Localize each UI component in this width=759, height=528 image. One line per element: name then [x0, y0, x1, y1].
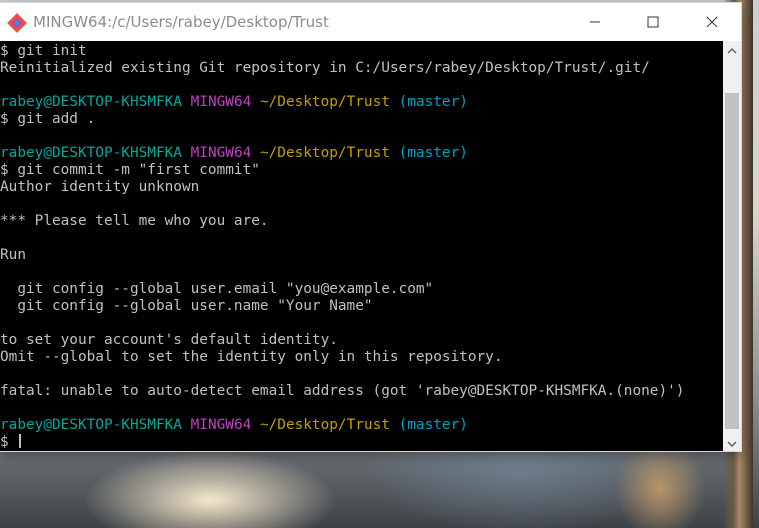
terminal-output[interactable]: $ git init Reinitialized existing Git rep… — [0, 41, 723, 451]
terminal-line: Author identity unknown — [0, 179, 199, 196]
terminal-text: rabey@DESKTOP-KHSMFKA — [0, 94, 182, 110]
terminal-text: git config --global user.name "Your Name… — [0, 298, 373, 314]
chevron-up-icon — [727, 40, 737, 59]
terminal-text: (master) — [398, 417, 468, 433]
terminal-line: git config --global user.name "Your Name… — [0, 298, 373, 315]
scrollbar-thumb[interactable] — [725, 93, 739, 429]
terminal-text: MINGW64 — [190, 417, 252, 433]
minimize-icon — [589, 13, 601, 32]
terminal-text: ~/Desktop/Trust — [259, 145, 390, 161]
terminal-text: Reinitialized existing Git repository in… — [0, 60, 650, 76]
terminal-line: *** Please tell me who you are. — [0, 213, 269, 230]
scroll-down-button[interactable] — [723, 434, 741, 451]
terminal-line: rabey@DESKTOP-KHSMFKA MINGW64 ~/Desktop/… — [0, 145, 468, 162]
terminal-text: $ git commit -m "first commit" — [0, 162, 260, 178]
terminal-line: git config --global user.email "you@exam… — [0, 281, 433, 298]
terminal-text: Run — [0, 247, 26, 263]
terminal-text: rabey@DESKTOP-KHSMFKA — [0, 145, 182, 161]
terminal-text: (master) — [398, 94, 468, 110]
terminal-line: rabey@DESKTOP-KHSMFKA MINGW64 ~/Desktop/… — [0, 94, 468, 111]
terminal-text: MINGW64 — [190, 94, 252, 110]
terminal-text: git config --global user.email "you@exam… — [0, 281, 434, 297]
window-title: MINGW64:/c/Users/rabey/Desktop/Trust — [33, 13, 329, 31]
minimize-button[interactable] — [566, 3, 624, 41]
terminal-line: $ git commit -m "first commit" — [0, 162, 260, 179]
terminal-text: Omit --global to set the identity only i… — [0, 349, 503, 365]
terminal-text: $ git add . — [0, 111, 96, 127]
terminal-window[interactable]: MINGW64:/c/Users/rabey/Desktop/Trust $ g… — [0, 3, 741, 451]
terminal-line: Run — [0, 247, 26, 264]
close-button[interactable] — [683, 3, 741, 41]
terminal-text: Author identity unknown — [0, 179, 200, 195]
terminal-line: to set your account's default identity. — [0, 332, 338, 349]
terminal-line: Reinitialized existing Git repository in… — [0, 60, 650, 77]
chevron-down-icon — [727, 433, 737, 452]
terminal-line: $ git add . — [0, 111, 95, 128]
git-bash-icon[interactable] — [7, 13, 27, 33]
terminal-text: fatal: unable to auto-detect email addre… — [0, 383, 685, 399]
text-cursor — [19, 434, 22, 448]
maximize-icon — [647, 13, 659, 32]
maximize-button[interactable] — [624, 3, 682, 41]
title-bar[interactable]: MINGW64:/c/Users/rabey/Desktop/Trust — [0, 3, 741, 41]
terminal-line: $ git init — [0, 43, 87, 60]
scroll-up-button[interactable] — [723, 41, 741, 58]
terminal-text: *** Please tell me who you are. — [0, 213, 269, 229]
terminal-text: (master) — [398, 145, 468, 161]
terminal-text: MINGW64 — [190, 145, 252, 161]
terminal-text: to set your account's default identity. — [0, 332, 338, 348]
terminal-text: rabey@DESKTOP-KHSMFKA — [0, 417, 182, 433]
terminal-line: rabey@DESKTOP-KHSMFKA MINGW64 ~/Desktop/… — [0, 417, 468, 434]
terminal-text: $ git init — [0, 43, 87, 59]
terminal-text: $ — [0, 434, 18, 450]
vertical-scrollbar[interactable] — [723, 41, 741, 451]
terminal-text: ~/Desktop/Trust — [259, 94, 390, 110]
terminal-text: ~/Desktop/Trust — [259, 417, 390, 433]
close-icon — [706, 13, 718, 32]
terminal-line: fatal: unable to auto-detect email addre… — [0, 383, 684, 400]
terminal-line: $ — [0, 434, 22, 451]
wallpaper-rock-lower — [600, 448, 720, 528]
terminal-line: Omit --global to set the identity only i… — [0, 349, 503, 366]
